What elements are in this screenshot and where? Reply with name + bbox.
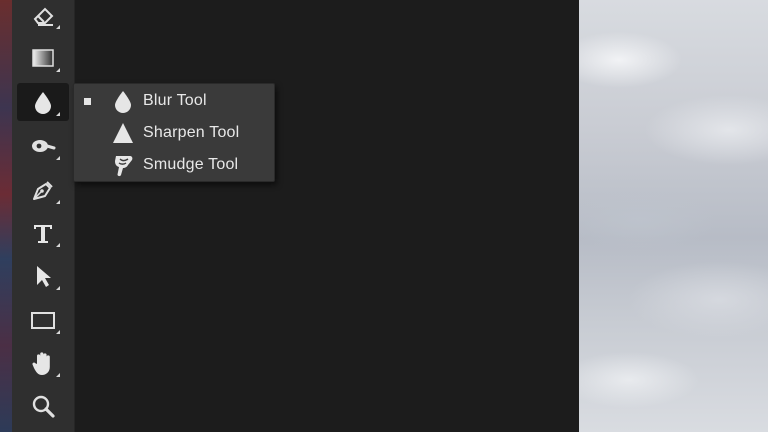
blur-drop-icon	[35, 92, 51, 114]
flyout-item-smudge-tool[interactable]: Smudge Tool	[74, 149, 274, 181]
type-icon	[34, 225, 52, 243]
submenu-indicator	[56, 68, 60, 72]
sharpen-triangle-icon	[111, 121, 135, 145]
submenu-indicator	[56, 112, 60, 116]
hand-tool-button[interactable]	[17, 344, 69, 382]
eraser-icon	[33, 7, 54, 26]
flyout-item-label: Smudge Tool	[143, 156, 239, 173]
rectangle-icon	[31, 312, 55, 329]
submenu-indicator	[56, 200, 60, 204]
flyout-item-label: Blur Tool	[143, 92, 207, 109]
submenu-indicator	[56, 25, 60, 29]
tools-panel	[12, 0, 75, 432]
document-photo-sky	[579, 0, 768, 432]
blur-tool-button[interactable]	[17, 83, 69, 121]
gradient-icon	[32, 49, 54, 67]
rectangle-tool-button[interactable]	[17, 301, 69, 339]
submenu-indicator	[56, 330, 60, 334]
pen-icon	[33, 181, 53, 200]
submenu-indicator	[56, 373, 60, 377]
dodge-tool-button[interactable]	[17, 127, 69, 165]
submenu-indicator	[56, 286, 60, 290]
eraser-tool-button[interactable]	[17, 0, 69, 34]
document-photo-edge	[0, 0, 12, 432]
blur-tool-group-flyout: Blur Tool Sharpen Tool Smudge Tool	[73, 83, 275, 182]
submenu-indicator	[56, 243, 60, 247]
flyout-item-label: Sharpen Tool	[143, 124, 240, 141]
blur-drop-icon	[111, 89, 135, 113]
selected-marker	[84, 97, 91, 105]
flyout-item-sharpen-tool[interactable]: Sharpen Tool	[74, 117, 274, 149]
dodge-icon	[32, 140, 56, 152]
submenu-indicator	[56, 156, 60, 160]
canvas-area[interactable]	[75, 0, 579, 432]
pen-tool-button[interactable]	[17, 171, 69, 209]
type-tool-button[interactable]	[17, 214, 69, 252]
selected-marker	[84, 130, 91, 137]
gradient-tool-button[interactable]	[17, 39, 69, 77]
zoom-tool-button[interactable]	[17, 387, 69, 425]
selected-marker	[84, 162, 91, 169]
flyout-item-blur-tool[interactable]: Blur Tool	[74, 85, 274, 117]
smudge-finger-icon	[111, 153, 135, 177]
arrow-icon	[37, 266, 51, 287]
zoom-icon	[32, 395, 55, 418]
photoshop-workspace: Blur Tool Sharpen Tool Smudge Tool	[0, 0, 768, 432]
path-selection-tool-button[interactable]	[17, 257, 69, 295]
hand-icon	[32, 352, 50, 375]
